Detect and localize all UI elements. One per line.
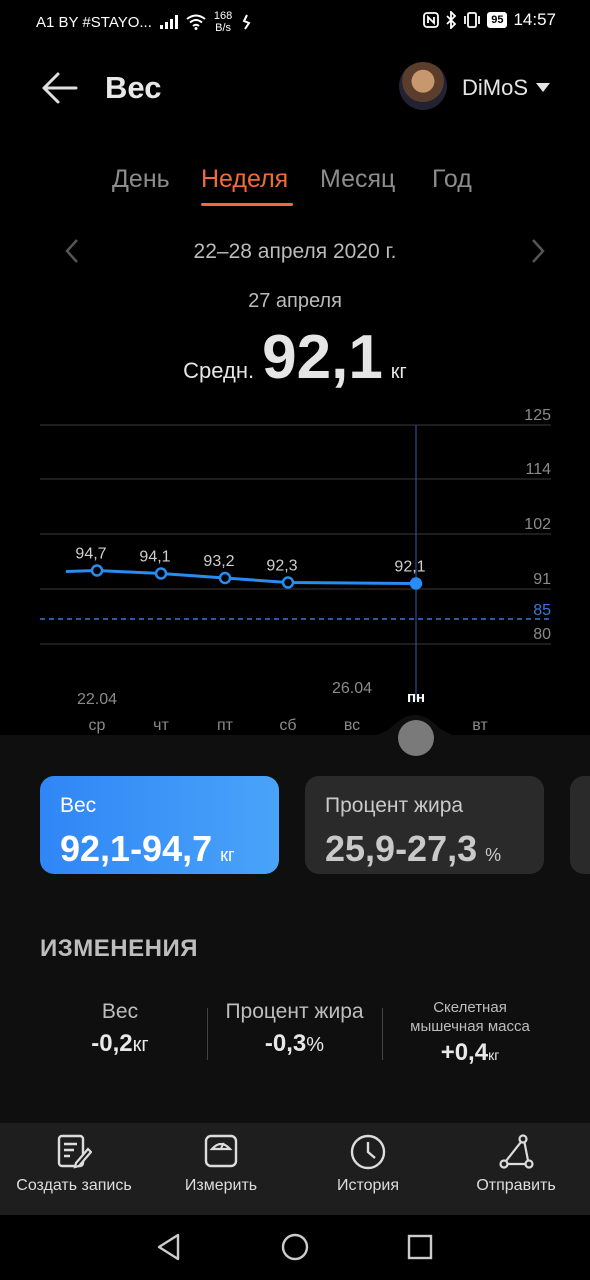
weight-chart[interactable]: 125 114 102 91 80 85 94,7 94,1 93,2 92,3 92,1 ср 22.… bbox=[0, 400, 590, 740]
x-day-label: чт bbox=[153, 717, 169, 734]
data-label: 92,1 bbox=[394, 559, 425, 576]
x-day-label: ср bbox=[89, 717, 106, 734]
changes-heading: ИЗМЕНЕНИЯ bbox=[40, 935, 198, 962]
data-point bbox=[154, 567, 168, 580]
metric-card-next[interactable] bbox=[570, 776, 590, 874]
back-arrow-icon[interactable] bbox=[40, 70, 80, 106]
y-tick-label: 125 bbox=[524, 407, 551, 424]
change-weight: Вес -0,2кг bbox=[91, 1000, 149, 1057]
selected-date: 27 апреля bbox=[248, 290, 342, 312]
target-label: 85 bbox=[533, 602, 551, 619]
measure-button[interactable]: Измерить bbox=[148, 1133, 294, 1195]
x-date-label: 26.04 bbox=[332, 680, 372, 697]
y-tick-label: 114 bbox=[525, 461, 551, 478]
y-tick-label: 91 bbox=[533, 571, 551, 588]
change-muscle: Скелетная мышечная масса +0,4кг bbox=[410, 999, 530, 1066]
carrier-name: A1 BY #STAYO... bbox=[36, 13, 152, 31]
card-value: 25,9-27,3% bbox=[325, 828, 502, 869]
y-tick-label: 80 bbox=[533, 626, 551, 643]
edit-note-icon bbox=[57, 1134, 92, 1169]
network-speed: 168 B/s bbox=[213, 10, 233, 34]
data-point bbox=[90, 564, 104, 577]
status-bar-right: 95 14:57 bbox=[423, 10, 556, 30]
vibrate-icon bbox=[464, 12, 481, 28]
data-point bbox=[218, 571, 232, 585]
average-value: 92,1 bbox=[262, 323, 383, 392]
tab-active-indicator bbox=[201, 203, 293, 206]
average-unit: кг bbox=[390, 361, 407, 383]
data-point bbox=[409, 577, 423, 590]
card-title: Процент жира bbox=[325, 794, 464, 817]
avatar[interactable] bbox=[399, 62, 447, 110]
signal-icon bbox=[159, 15, 178, 29]
clock-icon bbox=[350, 1134, 386, 1170]
data-label: 92,3 bbox=[266, 558, 297, 575]
share-button[interactable]: Отправить bbox=[442, 1133, 590, 1195]
battery-indicator: 95 bbox=[487, 12, 508, 28]
metric-card-weight[interactable]: Вес 92,1-94,7 кг bbox=[40, 776, 279, 874]
history-button[interactable]: История bbox=[294, 1133, 442, 1195]
average-label: Средн. bbox=[183, 358, 255, 383]
weight-series-line bbox=[65, 569, 417, 585]
notification-icon bbox=[242, 14, 251, 30]
clock-time: 14:57 bbox=[513, 10, 556, 29]
x-date-label: 22.04 bbox=[77, 691, 117, 708]
chevron-right-icon[interactable] bbox=[530, 238, 546, 264]
x-day-label: пн bbox=[407, 689, 425, 706]
status-bar-left: A1 BY #STAYO... 168 B/s bbox=[36, 10, 254, 34]
x-day-label: пт bbox=[217, 717, 234, 734]
tab-week[interactable]: Неделя bbox=[201, 165, 288, 194]
nav-recents-icon[interactable] bbox=[407, 1234, 433, 1260]
divider bbox=[382, 1008, 383, 1060]
data-point bbox=[281, 576, 295, 589]
metric-card-fat[interactable]: Процент жира 25,9-27,3% bbox=[305, 776, 544, 874]
tab-year[interactable]: Год bbox=[432, 165, 472, 194]
tab-month[interactable]: Месяц bbox=[320, 165, 395, 194]
data-label: 93,2 bbox=[203, 553, 234, 570]
date-range: 22–28 апреля 2020 г. bbox=[193, 240, 397, 263]
nav-home-icon[interactable] bbox=[281, 1233, 309, 1261]
create-entry-button[interactable]: Создать запись bbox=[0, 1133, 148, 1195]
card-title: Вес bbox=[60, 794, 97, 817]
average-readout: Средн. 92,1 кг bbox=[0, 322, 590, 393]
user-name[interactable]: DiMoS bbox=[462, 75, 528, 101]
chart-scrubber-handle[interactable] bbox=[398, 720, 434, 756]
scale-icon bbox=[204, 1134, 238, 1168]
card-value: 92,1-94,7 кг bbox=[60, 828, 235, 869]
change-fat: Процент жира -0,3% bbox=[225, 1000, 364, 1057]
bluetooth-icon bbox=[446, 11, 457, 29]
x-day-label: сб bbox=[279, 717, 296, 734]
tab-day[interactable]: День bbox=[112, 165, 170, 194]
data-label: 94,1 bbox=[139, 549, 170, 566]
y-tick-label: 102 bbox=[524, 516, 551, 533]
chevron-down-icon[interactable] bbox=[536, 83, 550, 92]
wifi-icon bbox=[186, 14, 206, 30]
data-label: 94,7 bbox=[75, 546, 106, 563]
nav-back-icon[interactable] bbox=[156, 1233, 182, 1261]
share-icon bbox=[499, 1134, 534, 1169]
nfc-icon bbox=[423, 12, 440, 28]
divider bbox=[207, 1008, 208, 1060]
page-title: Вес bbox=[105, 70, 162, 105]
